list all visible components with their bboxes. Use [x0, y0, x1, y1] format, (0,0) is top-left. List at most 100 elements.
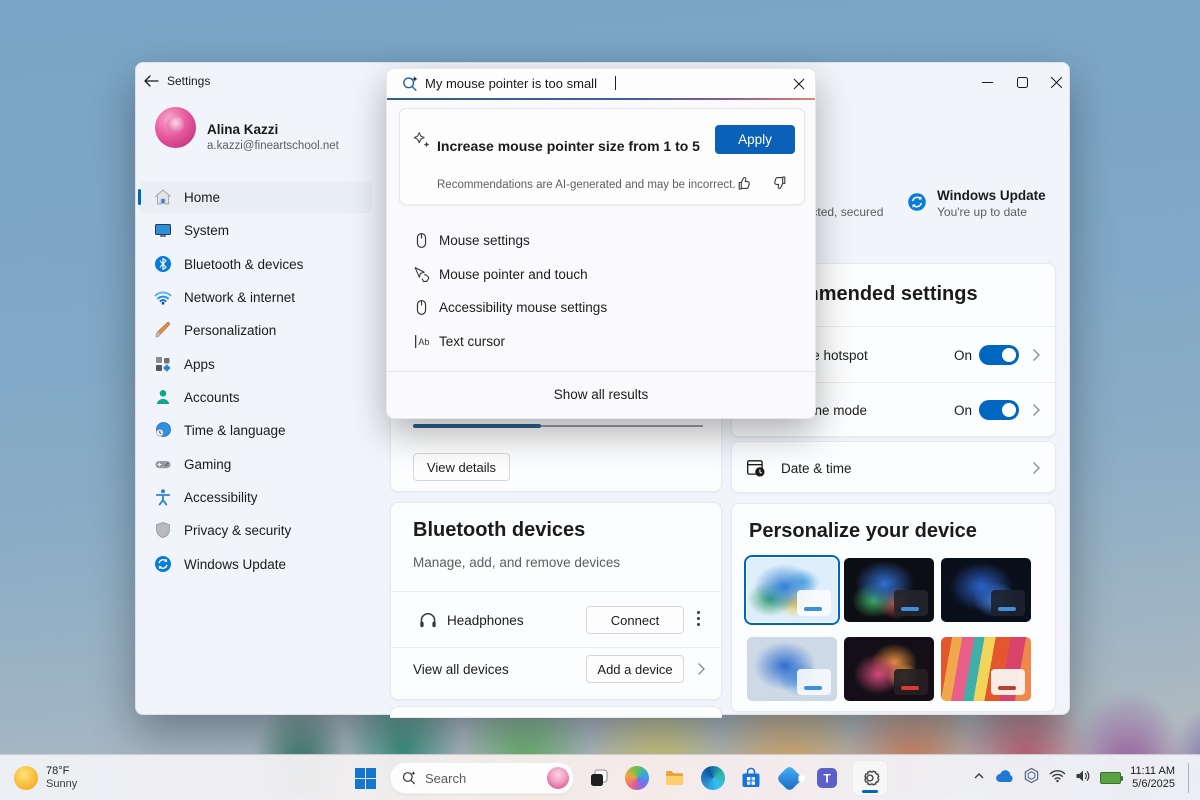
theme-tile-bloom-blue-dark[interactable]: [941, 558, 1031, 622]
sidebar-item-time-language[interactable]: Time & language: [140, 414, 372, 446]
wifi-tray-icon[interactable]: [1049, 769, 1066, 788]
sidebar-item-accessibility[interactable]: Accessibility: [140, 481, 372, 513]
sidebar-item-system[interactable]: System: [140, 214, 372, 246]
time-language-icon: [153, 420, 173, 440]
gaming-icon: [153, 454, 173, 474]
theme-tile-stripes[interactable]: [941, 637, 1031, 701]
settings-app-icon[interactable]: [852, 760, 888, 796]
airplane-toggle[interactable]: [979, 400, 1019, 420]
tray-date: 5/6/2025: [1132, 778, 1175, 790]
accessibility-icon: [153, 487, 173, 507]
device-more-options-button[interactable]: [696, 611, 700, 626]
battery-charging-icon[interactable]: [1100, 772, 1121, 784]
add-device-button[interactable]: Add a device: [586, 655, 684, 683]
personalize-card: Personalize your device: [731, 503, 1056, 712]
accounts-icon: [153, 387, 173, 407]
view-details-button[interactable]: View details: [413, 453, 510, 481]
weather-widget[interactable]: 78°F Sunny: [8, 755, 83, 800]
ai-app-icon[interactable]: [776, 765, 802, 791]
result-mouse-pointer-touch[interactable]: Mouse pointer and touch: [387, 258, 815, 291]
sunny-weather-icon: [14, 766, 38, 790]
date-time-icon: [746, 458, 766, 483]
tray-clock[interactable]: 11:11 AM 5/6/2025: [1130, 765, 1175, 791]
windows-update-status-icon: [906, 191, 928, 218]
microsoft-store-icon[interactable]: [738, 765, 764, 791]
maximize-button[interactable]: [1007, 70, 1037, 94]
date-time-label: Date & time: [781, 461, 852, 476]
show-all-results[interactable]: Show all results: [387, 371, 815, 418]
tray-chevron-up-icon[interactable]: [972, 769, 986, 788]
start-button[interactable]: [352, 765, 378, 791]
sidebar-item-windows-update[interactable]: Windows Update: [140, 548, 372, 580]
theme-tile-bloom-light[interactable]: [747, 558, 837, 622]
chevron-right-icon[interactable]: [1032, 403, 1041, 417]
theme-tile-bloom-dark[interactable]: [844, 558, 934, 622]
device-name: Headphones: [447, 613, 524, 628]
sidebar-item-privacy[interactable]: Privacy & security: [140, 514, 372, 546]
airplane-state: On: [954, 403, 972, 418]
sidebar-item-gaming[interactable]: Gaming: [140, 448, 372, 480]
result-text-cursor[interactable]: Ab Text cursor: [387, 325, 815, 358]
home-icon: [153, 187, 173, 207]
task-view-icon[interactable]: [586, 765, 612, 791]
sidebar-item-accounts[interactable]: Accounts: [140, 381, 372, 413]
chevron-right-icon[interactable]: [1032, 461, 1041, 475]
headphones-icon: [417, 609, 439, 636]
theme-tile-flower-dark[interactable]: [844, 637, 934, 701]
close-window-button[interactable]: [1041, 70, 1071, 94]
svg-text:Ab: Ab: [418, 337, 429, 347]
next-card-sliver: [390, 706, 722, 718]
volume-icon[interactable]: [1075, 769, 1091, 788]
search-highlight-flower-icon: [547, 767, 569, 789]
sidebar-item-network[interactable]: Network & internet: [140, 281, 372, 313]
sidebar-item-personalization[interactable]: Personalization: [140, 314, 372, 346]
windows-update-status: You're up to date: [937, 205, 1027, 219]
hotspot-toggle[interactable]: [979, 345, 1019, 365]
weather-condition: Sunny: [46, 778, 77, 790]
minimize-button[interactable]: [972, 70, 1002, 94]
windows-update-icon: [153, 554, 173, 574]
onedrive-icon[interactable]: [995, 769, 1014, 788]
apps-icon: [153, 354, 173, 374]
date-time-card[interactable]: Date & time: [731, 441, 1056, 493]
recommendation-disclaimer: Recommendations are AI-generated and may…: [437, 179, 736, 191]
storage-progress-fill: [413, 424, 541, 428]
back-button[interactable]: [142, 73, 160, 89]
result-mouse-settings[interactable]: Mouse settings: [387, 224, 815, 257]
profile-name: Alina Kazzi: [207, 122, 278, 137]
view-all-devices-link[interactable]: View all devices: [413, 662, 509, 677]
sidebar-item-apps[interactable]: Apps: [140, 348, 372, 380]
edge-icon[interactable]: [700, 765, 726, 791]
sidebar-item-bluetooth[interactable]: Bluetooth & devices: [140, 248, 372, 280]
copilot-icon[interactable]: [624, 765, 650, 791]
sidebar-item-home[interactable]: Home: [140, 181, 372, 213]
hotspot-state: On: [954, 348, 972, 363]
tray-hexagon-icon[interactable]: [1023, 767, 1040, 789]
bluetooth-card-title: Bluetooth devices: [413, 519, 585, 542]
taskbar-search-box[interactable]: Search: [390, 762, 574, 794]
apply-button[interactable]: Apply: [715, 125, 795, 154]
bluetooth-icon: [153, 254, 173, 274]
theme-tile-bloom-blue-light[interactable]: [747, 637, 837, 701]
ai-recommendation-card: Increase mouse pointer size from 1 to 5 …: [399, 108, 805, 205]
result-accessibility-mouse[interactable]: Accessibility mouse settings: [387, 291, 815, 324]
pointer-touch-icon: [413, 266, 430, 283]
avatar[interactable]: [155, 107, 196, 148]
recommendation-title: Increase mouse pointer size from 1 to 5: [437, 138, 700, 154]
bluetooth-devices-card: Bluetooth devices Manage, add, and remov…: [390, 502, 722, 700]
svg-text:T: T: [823, 772, 831, 786]
taskbar: 78°F Sunny Search: [0, 754, 1200, 800]
search-input[interactable]: My mouse pointer is too small: [387, 69, 815, 98]
show-desktop-button[interactable]: [1188, 763, 1192, 793]
chevron-right-icon[interactable]: [697, 662, 706, 676]
close-search-icon[interactable]: [789, 74, 809, 94]
connect-button[interactable]: Connect: [586, 606, 684, 634]
tray-time: 11:11 AM: [1130, 765, 1175, 777]
thumbs-down-icon[interactable]: [771, 175, 787, 196]
system-icon: [153, 220, 173, 240]
file-explorer-icon[interactable]: [662, 765, 688, 791]
thumbs-up-icon[interactable]: [737, 175, 753, 196]
chevron-right-icon[interactable]: [1032, 348, 1041, 362]
teams-icon[interactable]: T: [814, 765, 840, 791]
windows-update-title[interactable]: Windows Update: [937, 188, 1046, 203]
